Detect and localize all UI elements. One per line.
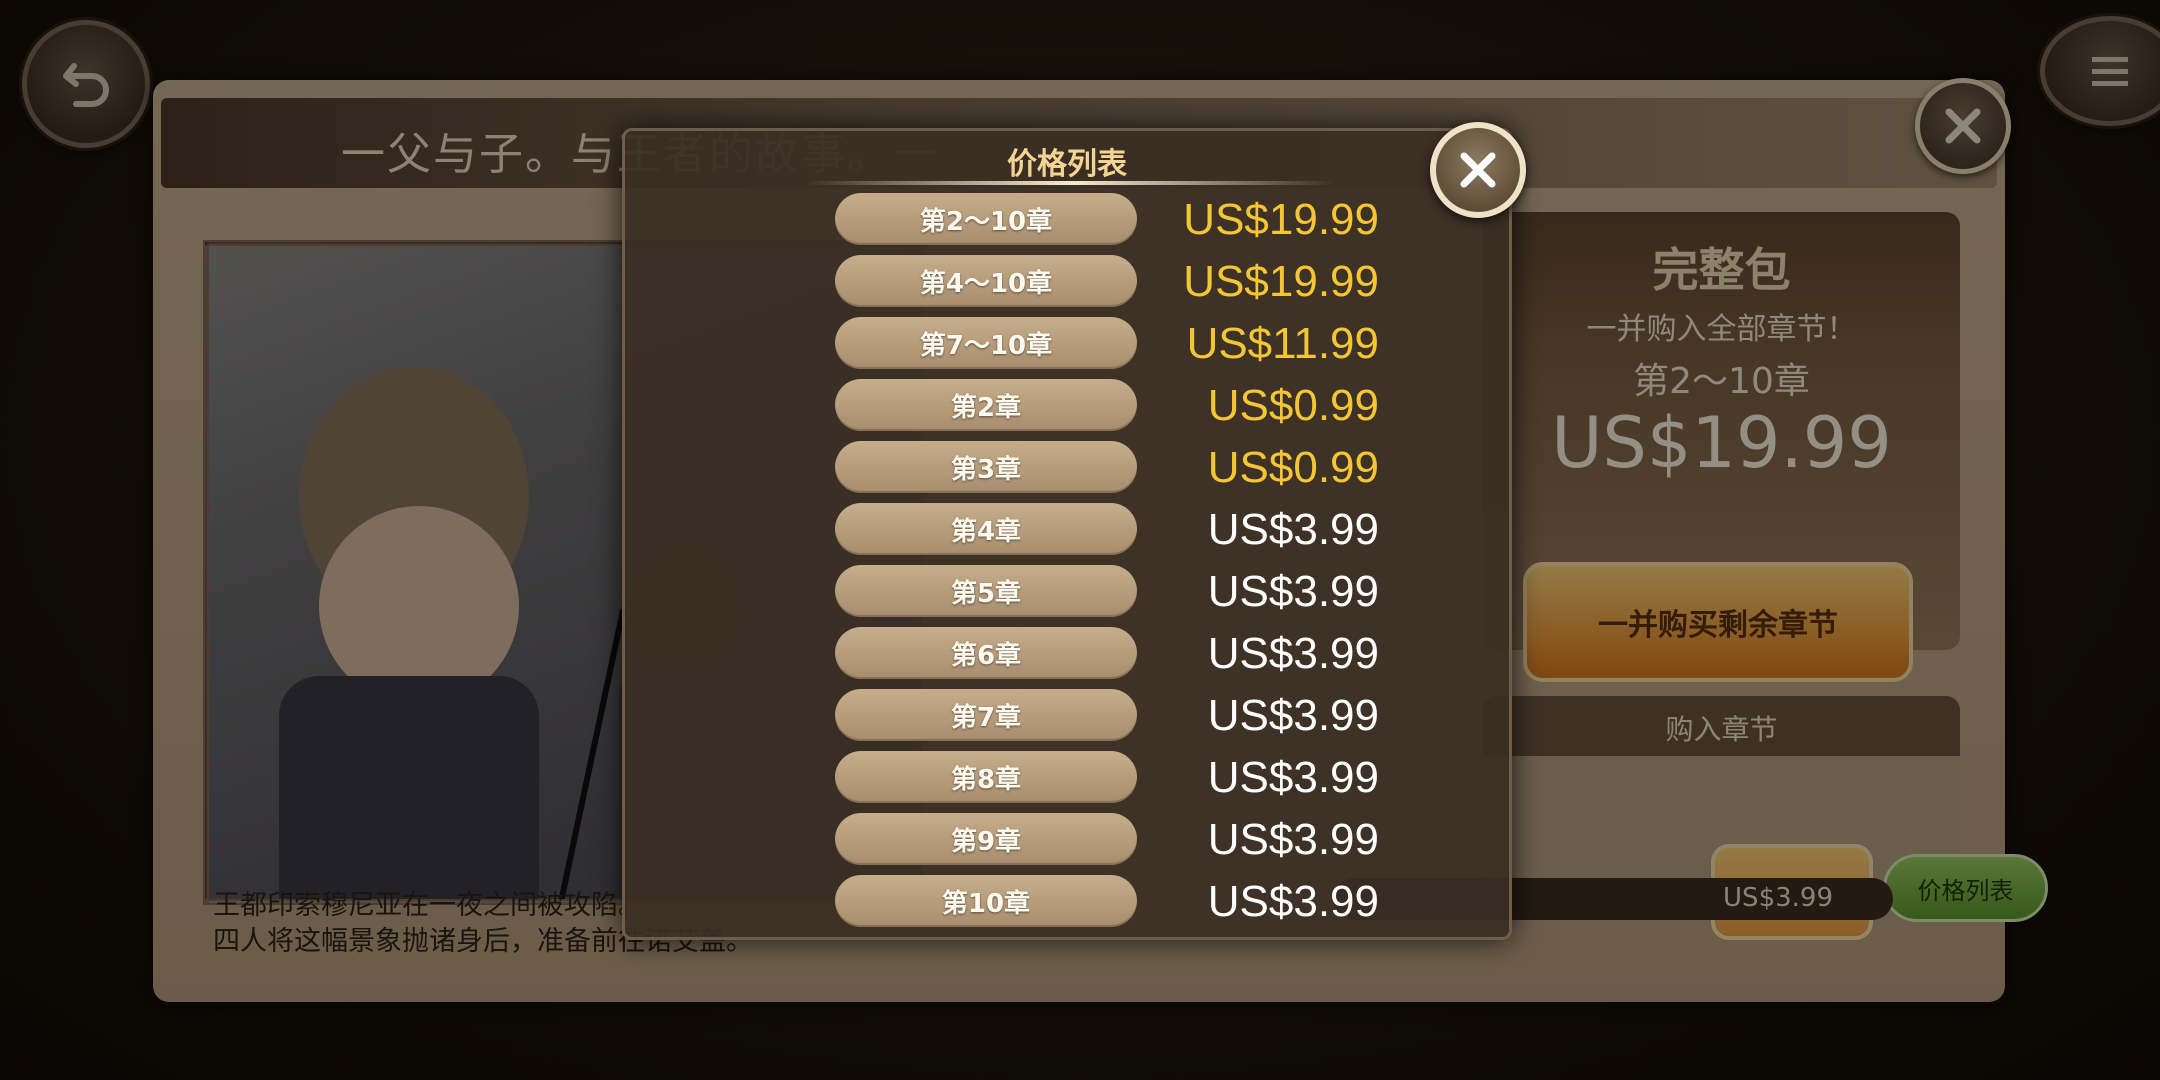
chapter-label: 第5章	[835, 565, 1137, 617]
price-row: 第4～10章 US$19.99	[625, 251, 1509, 313]
chapter-label: 第4章	[835, 503, 1137, 555]
chapter-label: 第7章	[835, 689, 1137, 741]
price-row: 第3章 US$0.99	[625, 437, 1509, 499]
price-row: 第7～10章 US$11.99	[625, 313, 1509, 375]
chapter-price: US$3.99	[1207, 753, 1379, 802]
close-icon	[1460, 152, 1496, 188]
price-row: 第10章 US$3.99	[625, 871, 1509, 933]
chapter-price: US$19.99	[1183, 195, 1379, 244]
price-row: 第7章 US$3.99	[625, 685, 1509, 747]
chapter-label: 第10章	[835, 875, 1137, 927]
chapter-price: US$3.99	[1207, 567, 1379, 616]
chapter-price: US$19.99	[1183, 257, 1379, 306]
chapter-price: US$3.99	[1207, 815, 1379, 864]
chapter-price: US$3.99	[1207, 877, 1379, 926]
chapter-label: 第4～10章	[835, 255, 1137, 307]
chapter-price: US$3.99	[1207, 505, 1379, 554]
chapter-label: 第6章	[835, 627, 1137, 679]
chapter-price: US$0.99	[1207, 443, 1379, 492]
chapter-price: US$3.99	[1207, 691, 1379, 740]
chapter-price: US$3.99	[1207, 629, 1379, 678]
chapter-label: 第2～10章	[835, 193, 1137, 245]
dialog-title: 价格列表	[1007, 147, 1127, 182]
price-row: 第6章 US$3.99	[625, 623, 1509, 685]
chapter-label: 第9章	[835, 813, 1137, 865]
price-row: 第8章 US$3.99	[625, 747, 1509, 809]
price-row: 第5章 US$3.99	[625, 561, 1509, 623]
price-row: 第9章 US$3.99	[625, 809, 1509, 871]
chapter-label: 第3章	[835, 441, 1137, 493]
price-list-dialog: 价格列表 第2～10章 US$19.99 第4～10章 US$19.99 第7～…	[622, 128, 1512, 940]
chapter-label: 第8章	[835, 751, 1137, 803]
dialog-title-divider	[805, 181, 1335, 185]
price-row: 第2～10章 US$19.99	[625, 189, 1509, 251]
chapter-price: US$11.99	[1186, 319, 1379, 368]
chapter-label: 第7～10章	[835, 317, 1137, 369]
price-row: 第2章 US$0.99	[625, 375, 1509, 437]
chapter-label: 第2章	[835, 379, 1137, 431]
dialog-close-button[interactable]	[1430, 122, 1526, 218]
price-row: 第4章 US$3.99	[625, 499, 1509, 561]
chapter-price: US$0.99	[1207, 381, 1379, 430]
